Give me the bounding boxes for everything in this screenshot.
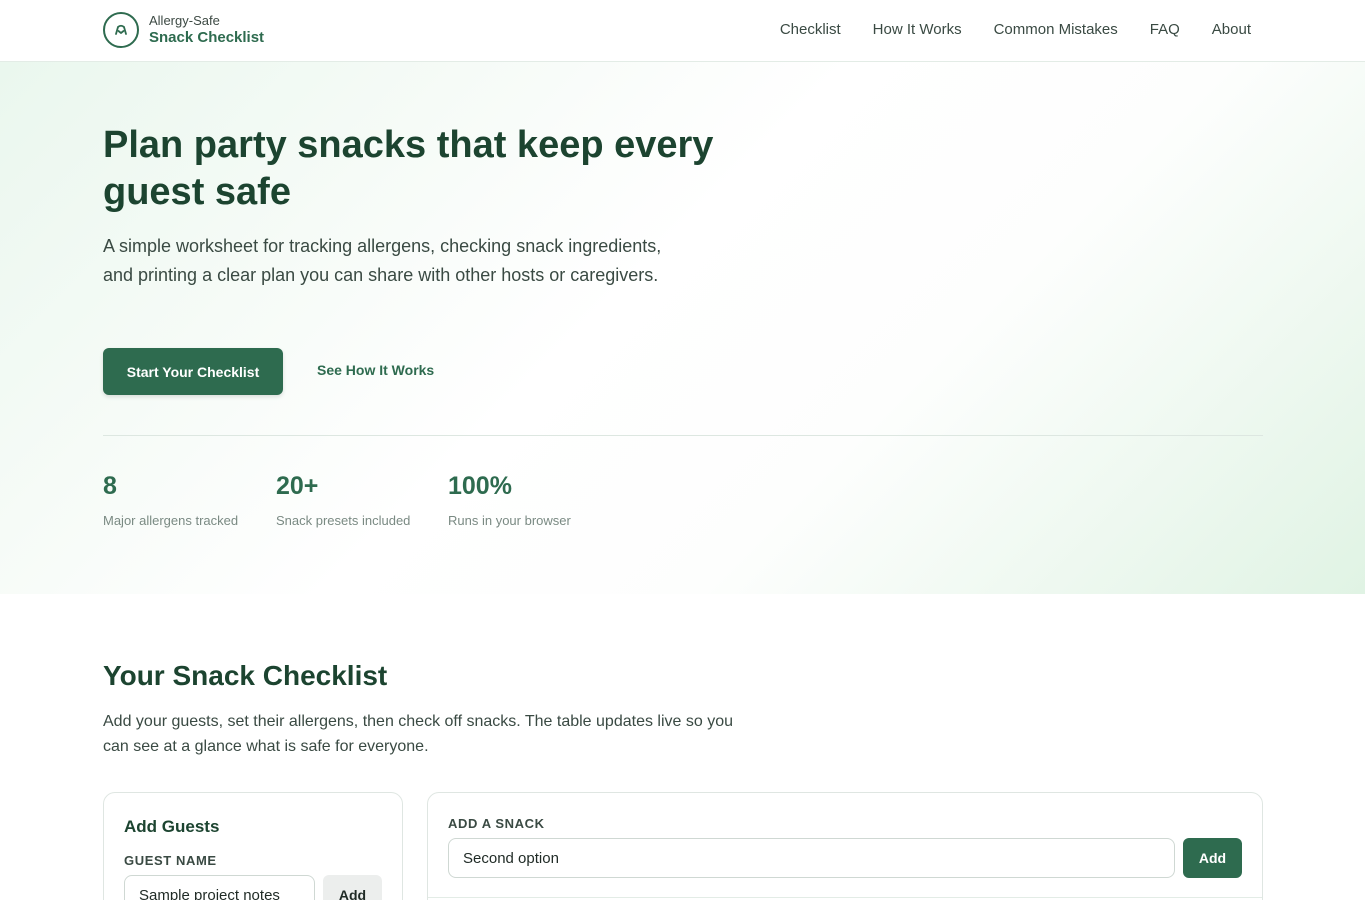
- brand[interactable]: Allergy-Safe Snack Checklist: [103, 12, 264, 48]
- hero-divider: [103, 435, 1263, 436]
- add-guests-card: Add Guests GUEST NAME Add: [103, 792, 403, 900]
- add-guest-button[interactable]: Add: [323, 875, 382, 900]
- nav-link-faq[interactable]: FAQ: [1150, 21, 1180, 38]
- see-how-it-works-link[interactable]: See How It Works: [317, 362, 434, 378]
- brand-tagline: Allergy-Safe: [149, 12, 220, 28]
- hero-title: Plan party snacks that keep every guest …: [103, 124, 714, 213]
- brand-name: Snack Checklist: [149, 29, 265, 47]
- start-checklist-button[interactable]: Start Your Checklist: [103, 348, 283, 395]
- stat-presets: 20+ Snack presets included: [276, 472, 410, 528]
- nav-link-about[interactable]: About: [1212, 21, 1251, 38]
- nav-link-checklist[interactable]: Checklist: [780, 21, 841, 38]
- snack-name-label: ADD A SNACK: [448, 816, 545, 831]
- snack-card-divider: [428, 897, 1262, 898]
- stat-value: 100%: [448, 472, 512, 500]
- stat-label: Major allergens tracked: [103, 513, 239, 528]
- main-nav: Checklist How It Works Common Mistakes F…: [780, 21, 1251, 38]
- add-snack-button[interactable]: Add: [1183, 838, 1242, 878]
- stat-allergens: 8 Major allergens tracked: [103, 472, 238, 528]
- add-guests-heading: Add Guests: [124, 817, 220, 836]
- stat-value: 20+: [276, 472, 319, 500]
- checklist-description: Add your guests, set their allergens, th…: [103, 713, 733, 755]
- guest-name-input[interactable]: [124, 875, 315, 900]
- allergy-shield-icon: [103, 12, 139, 48]
- add-snack-card: ADD A SNACK Add: [427, 792, 1263, 900]
- nav-link-common-mistakes[interactable]: Common Mistakes: [994, 21, 1118, 38]
- stat-label: Runs in your browser: [448, 513, 571, 528]
- hero-section: Plan party snacks that keep every guest …: [0, 62, 1365, 594]
- guest-name-label: GUEST NAME: [124, 853, 217, 868]
- brand-text: Allergy-Safe Snack Checklist: [149, 13, 264, 48]
- nav-link-how-it-works[interactable]: How It Works: [873, 21, 962, 38]
- stat-label: Snack presets included: [276, 513, 411, 528]
- stat-browser: 100% Runs in your browser: [448, 472, 571, 528]
- snack-name-input[interactable]: [448, 838, 1175, 878]
- stat-value: 8: [103, 472, 117, 500]
- checklist-title: Your Snack Checklist: [103, 660, 388, 691]
- hero-description: A simple worksheet for tracking allergen…: [103, 236, 662, 285]
- site-header: Allergy-Safe Snack Checklist Checklist H…: [0, 0, 1365, 62]
